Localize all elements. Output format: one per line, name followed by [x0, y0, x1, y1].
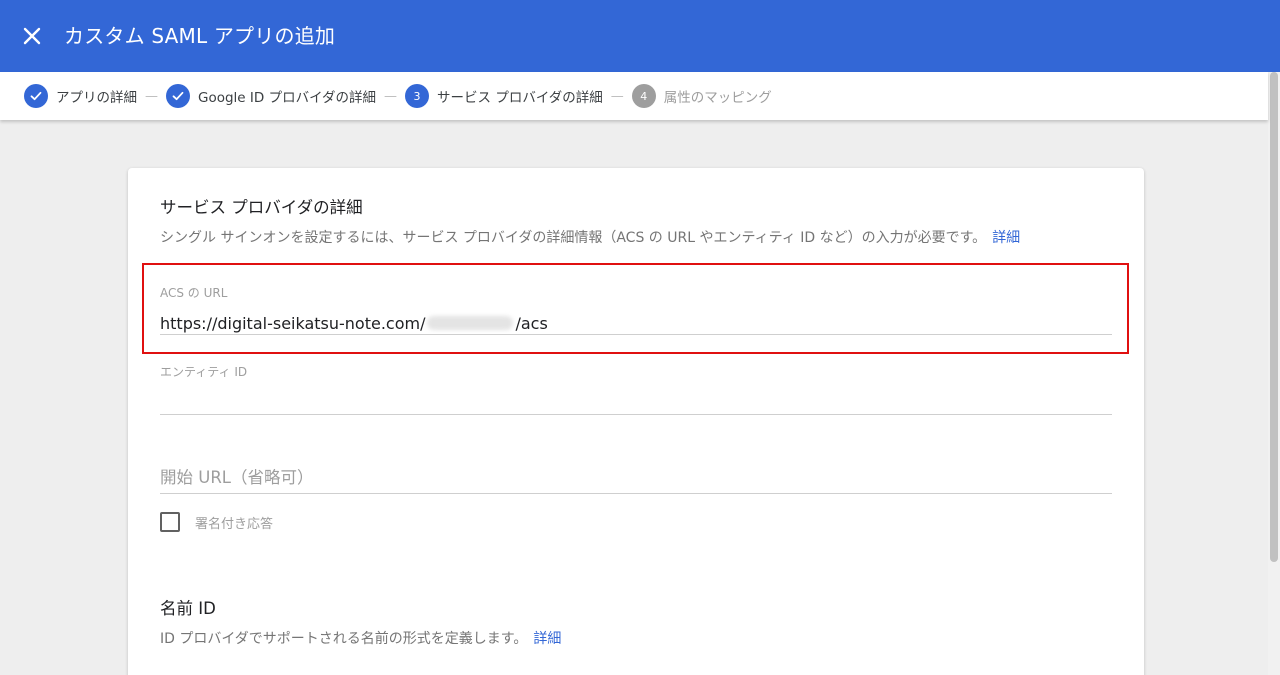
name-id-title: 名前 ID	[160, 599, 216, 618]
step-label: アプリの詳細	[56, 90, 137, 106]
step-google-idp-details[interactable]: Google ID プロバイダの詳細	[166, 84, 376, 108]
step-separator: —	[384, 88, 398, 104]
service-provider-card: サービス プロバイダの詳細 シングル サインオンを設定するには、サービス プロバ…	[128, 168, 1144, 675]
page-title: カスタム SAML アプリの追加	[64, 24, 336, 48]
step-separator: —	[145, 88, 158, 104]
scrollbar-thumb[interactable]	[1270, 72, 1278, 562]
step-separator: —	[610, 88, 624, 104]
step-service-provider-details[interactable]: 3 サービス プロバイダの詳細	[405, 84, 603, 108]
app-header: カスタム SAML アプリの追加	[0, 0, 1280, 72]
acs-url-suffix: /acs	[515, 313, 548, 333]
step-label: 属性のマッピング	[663, 90, 772, 106]
section-description: シングル サインオンを設定するには、サービス プロバイダの詳細情報（ACS の …	[160, 227, 1020, 247]
signed-response-label: 署名付き応答	[195, 516, 274, 532]
section-title: サービス プロバイダの詳細	[160, 198, 363, 217]
signed-response-row[interactable]: 署名付き応答	[160, 512, 273, 532]
acs-url-field[interactable]: ACS の URL https://digital-seikatsu-note.…	[160, 284, 1112, 335]
entity-id-field[interactable]: エンティティ ID	[160, 363, 1112, 415]
step-app-details[interactable]: アプリの詳細	[24, 84, 137, 108]
signed-response-checkbox[interactable]	[160, 512, 180, 532]
learn-more-link[interactable]: 詳細	[533, 631, 561, 647]
check-icon	[24, 84, 48, 108]
redacted-id	[427, 316, 514, 330]
step-label: サービス プロバイダの詳細	[437, 90, 603, 106]
section-description-text: シングル サインオンを設定するには、サービス プロバイダの詳細情報（ACS の …	[160, 230, 987, 246]
learn-more-link[interactable]: 詳細	[992, 230, 1020, 246]
acs-url-label: ACS の URL	[160, 286, 228, 300]
scrollbar[interactable]	[1268, 72, 1280, 675]
step-label: Google ID プロバイダの詳細	[198, 90, 377, 106]
entity-id-input[interactable]	[160, 391, 1112, 413]
step-number: 3	[405, 84, 430, 108]
entity-id-label: エンティティ ID	[160, 365, 248, 379]
step-attribute-mapping[interactable]: 4 属性のマッピング	[631, 84, 772, 108]
stepper: アプリの詳細 — Google ID プロバイダの詳細 — 3 サービス プロバ…	[0, 72, 1268, 120]
start-url-underline	[160, 493, 1112, 494]
start-url-input[interactable]: 開始 URL（省略可）	[160, 464, 313, 488]
name-id-description: ID プロバイダでサポートされる名前の形式を定義します。 詳細	[160, 628, 561, 648]
check-icon	[166, 84, 190, 108]
close-icon[interactable]	[20, 24, 44, 48]
entity-id-underline	[160, 414, 1112, 415]
acs-url-underline	[160, 334, 1112, 335]
acs-url-prefix: https://digital-seikatsu-note.com/	[160, 313, 426, 333]
name-id-description-text: ID プロバイダでサポートされる名前の形式を定義します。	[160, 631, 528, 647]
step-number: 4	[631, 84, 656, 108]
acs-url-input[interactable]: https://digital-seikatsu-note.com/ /acs	[160, 312, 1112, 334]
